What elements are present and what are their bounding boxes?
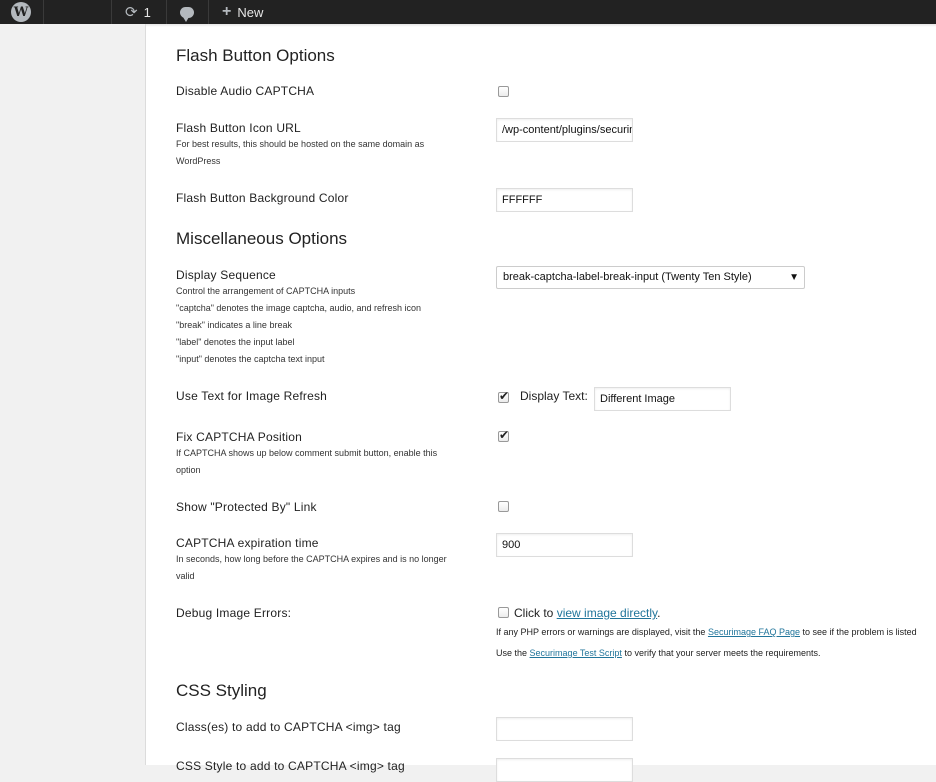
css-styling-heading: CSS Styling [176, 681, 267, 700]
flash-options-heading: Flash Button Options [176, 46, 335, 65]
icon-url-desc: For best results, this should be hosted … [176, 139, 425, 166]
settings-panel: Flash Button Options Disable Audio CAPTC… [145, 24, 936, 782]
expiration-input[interactable]: 900 [496, 533, 633, 557]
comment-icon [180, 6, 194, 22]
debug-note-test-script: Use the Securimage Test Script to verify… [496, 648, 821, 658]
text-refresh-label: Use Text for Image Refresh [176, 389, 328, 403]
disable-audio-label: Disable Audio CAPTCHA [176, 84, 315, 98]
admin-sidebar [0, 24, 145, 765]
comments-button[interactable] [180, 0, 194, 24]
protected-by-label: Show "Protected By" Link [176, 500, 317, 514]
fix-position-label: Fix CAPTCHA Position [176, 430, 303, 444]
misc-options-heading: Miscellaneous Options [176, 229, 348, 248]
refresh-icon: ⟳ [125, 4, 138, 21]
display-sequence-desc: Control the arrangement of CAPTCHA input… [176, 286, 422, 364]
fix-position-checkbox[interactable] [498, 428, 509, 442]
img-style-input[interactable] [496, 758, 633, 782]
img-style-label: CSS Style to add to CAPTCHA <img> tag [176, 759, 405, 773]
bg-color-input[interactable]: FFFFFF [496, 188, 633, 212]
display-text-input[interactable]: Different Image [594, 387, 731, 411]
display-sequence-select[interactable]: break-captcha-label-break-input (Twenty … [496, 266, 805, 289]
debug-checkbox[interactable] [498, 607, 509, 618]
fix-position-desc: If CAPTCHA shows up below comment submit… [176, 448, 438, 475]
new-label: New [237, 4, 264, 20]
img-class-label: Class(es) to add to CAPTCHA <img> tag [176, 720, 401, 734]
disable-audio-checkbox[interactable] [498, 86, 509, 97]
view-image-link[interactable]: view image directly [557, 606, 657, 620]
wordpress-icon: W [11, 2, 31, 22]
updates-count: 1 [143, 4, 151, 20]
display-sequence-label: Display Sequence [176, 268, 276, 282]
debug-click-text: Click to view image directly. [514, 606, 661, 620]
admin-bar: W ⟳ 1 + New [0, 0, 936, 24]
icon-url-input[interactable]: /wp-content/plugins/securimage-wp/ [496, 118, 633, 142]
faq-page-link[interactable]: Securimage FAQ Page [708, 627, 800, 637]
img-class-input[interactable] [496, 717, 633, 741]
debug-label: Debug Image Errors: [176, 606, 292, 620]
expiration-desc: In seconds, how long before the CAPTCHA … [176, 554, 447, 581]
plus-icon: + [222, 3, 232, 20]
bg-color-label: Flash Button Background Color [176, 191, 349, 205]
wordpress-logo-button[interactable]: W [11, 0, 31, 24]
text-refresh-checkbox[interactable] [498, 389, 509, 403]
debug-note-faq: If any PHP errors or warnings are displa… [496, 627, 917, 637]
new-content-button[interactable]: + New [222, 0, 263, 24]
display-sequence-value: break-captcha-label-break-input (Twenty … [503, 271, 752, 283]
icon-url-label: Flash Button Icon URL [176, 121, 301, 135]
display-text-label: Display Text: [520, 389, 588, 403]
test-script-link[interactable]: Securimage Test Script [530, 648, 622, 658]
protected-by-checkbox[interactable] [498, 501, 509, 512]
expiration-label: CAPTCHA expiration time [176, 536, 319, 550]
updates-button[interactable]: ⟳ 1 [125, 0, 151, 24]
dropdown-arrow-icon: ▼ [789, 272, 799, 283]
